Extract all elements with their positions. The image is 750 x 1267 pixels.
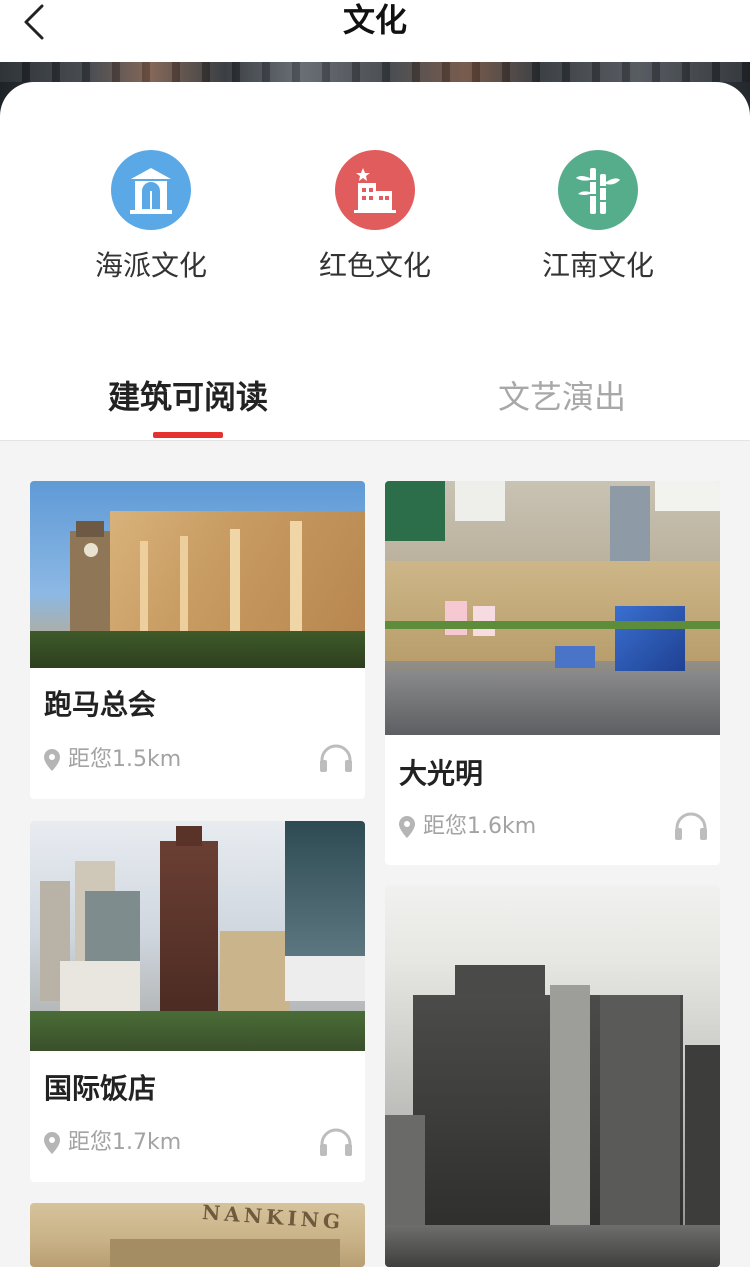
category-label: 海派文化: [94, 249, 207, 282]
distance-text: 距您1.7km: [68, 1130, 182, 1155]
divider: [0, 440, 750, 441]
place-name: 国际饭店: [44, 1072, 157, 1105]
location-pin-icon: [44, 749, 60, 771]
place-card[interactable]: 大光明 距您1.6km: [385, 481, 720, 865]
place-distance: 距您1.6km: [399, 812, 536, 842]
category-red[interactable]: 红色文化: [285, 150, 465, 284]
headphones-icon[interactable]: [319, 1127, 353, 1157]
building-door-icon: [130, 168, 172, 214]
category-label: 红色文化: [318, 249, 431, 282]
place-card[interactable]: 跑马总会 距您1.5km: [30, 481, 365, 799]
tab-performances[interactable]: 文艺演出: [462, 372, 662, 440]
building-star-icon: [354, 168, 396, 213]
category-haipai-badge: [111, 150, 191, 230]
place-photo: [385, 885, 720, 1267]
distance-text: 距您1.6km: [423, 814, 537, 839]
headphones-icon[interactable]: [674, 811, 708, 841]
active-tab-indicator: [153, 432, 223, 438]
place-card[interactable]: 国际饭店 距您1.7km: [30, 821, 365, 1182]
distance-text: 距您1.5km: [68, 747, 182, 772]
category-label: 江南文化: [541, 249, 654, 282]
place-photo: [30, 821, 365, 1051]
place-name: 大光明: [399, 757, 484, 790]
category-haipai[interactable]: 海派文化: [61, 150, 241, 284]
bamboo-icon: [576, 168, 620, 214]
category-red-badge: [335, 150, 415, 230]
category-row: 海派文化 红色文化 江南文化: [0, 150, 750, 290]
location-pin-icon: [44, 1132, 60, 1154]
category-jiangnan-badge: [558, 150, 638, 230]
location-pin-icon: [399, 816, 415, 838]
headphones-icon[interactable]: [319, 743, 353, 773]
top-bar: 文化: [0, 0, 750, 62]
category-jiangnan[interactable]: 江南文化: [508, 150, 688, 284]
page-title: 文化: [342, 1, 407, 39]
place-photo: NANKING: [30, 1203, 365, 1267]
place-photo: [30, 481, 365, 668]
place-name: 跑马总会: [44, 688, 157, 721]
place-card[interactable]: [385, 885, 720, 1267]
place-photo: [385, 481, 720, 735]
tab-architecture[interactable]: 建筑可阅读: [88, 372, 288, 440]
category-panel: 海派文化 红色文化 江南文化 建筑可阅读 文艺演出: [0, 82, 750, 440]
nanking-sign-text: NANKING: [201, 1203, 345, 1234]
place-distance: 距您1.5km: [44, 745, 181, 775]
place-distance: 距您1.7km: [44, 1128, 181, 1158]
tab-bar: 建筑可阅读 文艺演出: [0, 372, 750, 440]
place-card[interactable]: NANKING: [30, 1203, 365, 1267]
